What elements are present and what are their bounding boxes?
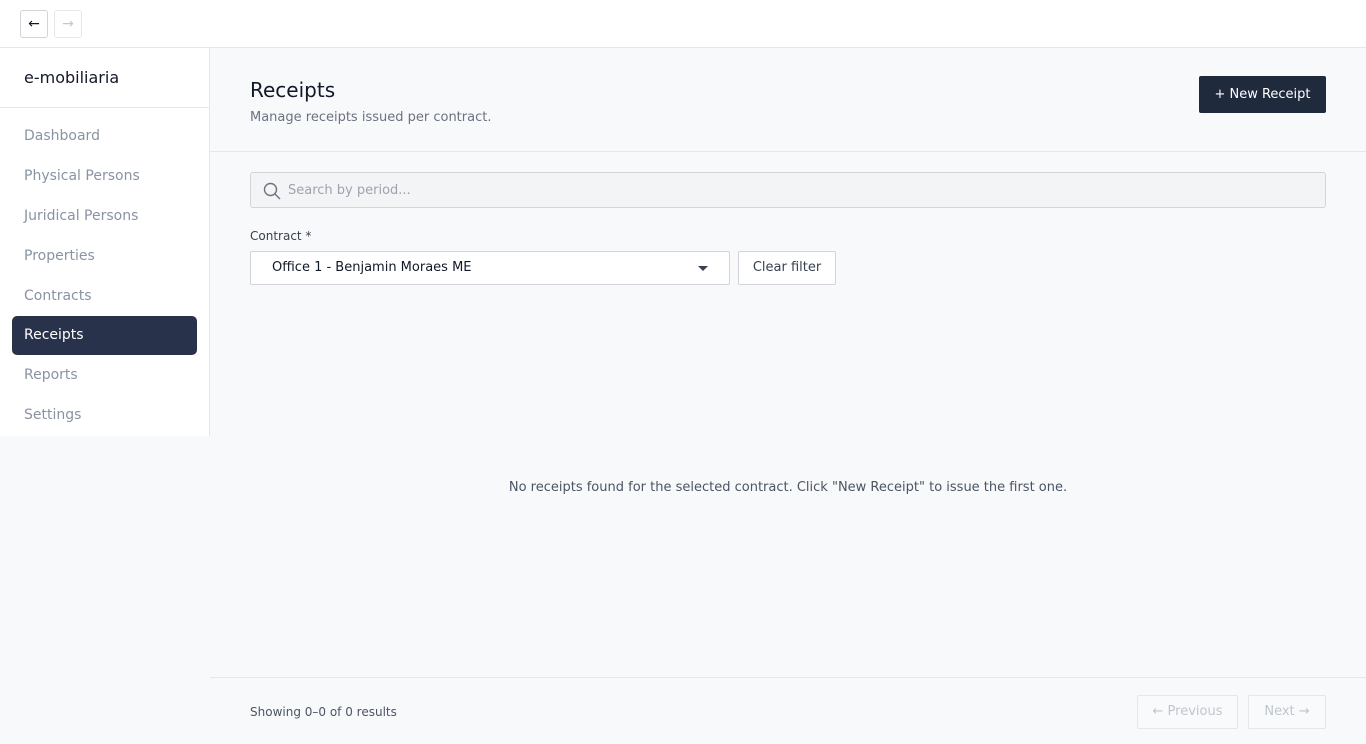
sidebar-item-contracts[interactable]: Contracts — [12, 276, 197, 316]
search-input[interactable] — [288, 173, 1288, 207]
sidebar: e-mobiliaria Dashboard Physical Persons … — [0, 48, 210, 436]
arrow-right-icon: → — [62, 16, 74, 32]
empty-state-message: No receipts found for the selected contr… — [508, 480, 1068, 495]
search-icon — [263, 182, 281, 200]
next-page-button[interactable]: Next → — [1248, 695, 1326, 729]
contract-label: Contract * — [250, 229, 312, 243]
sidebar-item-settings[interactable]: Settings — [12, 395, 197, 435]
contract-select-value: Office 1 - Benjamin Moraes ME — [272, 260, 472, 275]
page-subtitle: Manage receipts issued per contract. — [250, 110, 492, 125]
previous-page-button[interactable]: ← Previous — [1137, 695, 1238, 729]
pagination-footer: Showing 0–0 of 0 results ← Previous Next… — [210, 677, 1366, 744]
forward-button[interactable]: → — [54, 10, 82, 38]
sidebar-item-juridical-persons[interactable]: Juridical Persons — [12, 196, 197, 236]
contract-select[interactable]: Office 1 - Benjamin Moraes ME — [250, 251, 730, 285]
back-button[interactable]: ← — [20, 10, 48, 38]
sidebar-item-properties[interactable]: Properties — [12, 236, 197, 276]
page-header: Receipts Manage receipts issued per cont… — [210, 48, 1366, 152]
chevron-down-icon — [698, 266, 708, 271]
search-box — [250, 172, 1326, 208]
clear-filter-button[interactable]: Clear filter — [738, 251, 836, 285]
new-receipt-button[interactable]: + New Receipt — [1199, 76, 1326, 113]
sidebar-item-receipts[interactable]: Receipts — [12, 316, 197, 355]
page-title: Receipts — [250, 78, 336, 102]
results-count: Showing 0–0 of 0 results — [250, 705, 397, 719]
brand-logo: e-mobiliaria — [0, 48, 209, 108]
arrow-left-icon: ← — [28, 16, 40, 32]
sidebar-item-physical-persons[interactable]: Physical Persons — [12, 156, 197, 196]
sidebar-item-dashboard[interactable]: Dashboard — [12, 116, 197, 156]
sidebar-nav: Dashboard Physical Persons Juridical Per… — [0, 108, 209, 435]
sidebar-item-reports[interactable]: Reports — [12, 355, 197, 395]
top-bar: ← → — [0, 0, 1366, 48]
